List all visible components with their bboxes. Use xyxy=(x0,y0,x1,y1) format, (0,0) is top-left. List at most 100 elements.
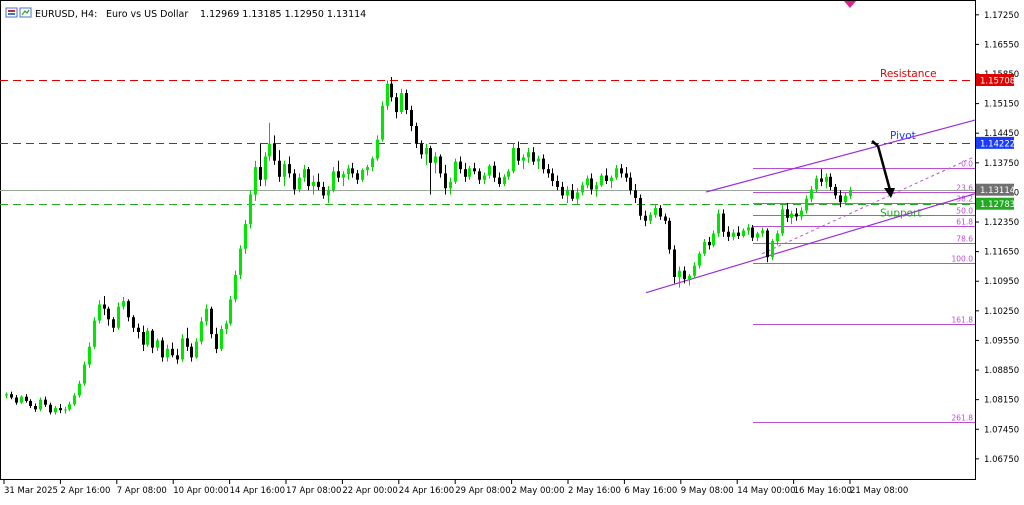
candle-body xyxy=(615,168,618,178)
candle-body xyxy=(181,338,184,360)
candle-body xyxy=(590,178,593,190)
candle xyxy=(234,270,237,303)
x-tick-label: 21 May 08:00 xyxy=(850,486,908,496)
candle-body xyxy=(332,171,335,191)
candle-body xyxy=(751,227,754,238)
candle-body xyxy=(698,253,701,266)
fib-level-label: 161.8 xyxy=(952,316,974,325)
candle-body xyxy=(439,156,442,174)
support-price-tag: 1.12783 xyxy=(976,197,1015,210)
y-tick-label: 1.08150 xyxy=(984,396,1019,406)
candle-body xyxy=(483,175,486,180)
candle-body xyxy=(429,148,432,163)
candle-body xyxy=(668,220,671,250)
candle-body xyxy=(659,208,662,217)
candle xyxy=(386,80,389,110)
candle-body xyxy=(571,190,574,199)
y-tick-label: 1.10250 xyxy=(984,307,1019,317)
y-tick-label: 1.09550 xyxy=(984,336,1019,346)
candle-body xyxy=(225,323,228,330)
candle-body xyxy=(29,400,32,406)
candle-body xyxy=(176,355,179,360)
candle-body xyxy=(229,299,232,324)
level-label-resistance: Resistance xyxy=(880,68,937,80)
candle-body xyxy=(107,308,110,320)
header-symbol: EURUSD, H4: xyxy=(35,9,97,20)
price-chart[interactable]: EURUSD, H4: Euro vs US Dollar 1.12969 1.… xyxy=(0,0,1024,501)
x-tick-label: 14 May 00:00 xyxy=(737,486,795,496)
candle-body xyxy=(137,327,140,332)
candle-body xyxy=(400,93,403,113)
candle-body xyxy=(649,214,652,221)
candle-body xyxy=(790,213,793,218)
y-tick-label: 1.10950 xyxy=(984,277,1019,287)
candle-body xyxy=(278,160,281,177)
candle-body xyxy=(186,338,189,347)
candle-body xyxy=(737,232,740,236)
candle-body xyxy=(693,265,696,276)
candle-body xyxy=(834,186,837,196)
fib-level-label: 0.0 xyxy=(961,160,973,169)
candle-body xyxy=(542,158,545,170)
candle-body xyxy=(88,346,91,365)
candle-body xyxy=(117,306,120,328)
x-tick-label: 17 Apr 08:00 xyxy=(286,486,341,496)
candle-body xyxy=(761,230,764,234)
candle-body xyxy=(581,185,584,193)
candle-body xyxy=(166,348,169,358)
x-tick-label: 29 Apr 08:00 xyxy=(455,486,510,496)
y-tick-label: 1.06750 xyxy=(984,455,1019,465)
candle-body xyxy=(151,330,154,348)
candle-body xyxy=(5,394,8,396)
candle-body xyxy=(756,233,759,238)
candle-body xyxy=(342,174,345,178)
candle-body xyxy=(351,168,354,174)
candle-body xyxy=(717,213,720,234)
x-tick-label: 16 May 16:00 xyxy=(794,486,852,496)
candle-body xyxy=(327,190,330,196)
fib-level-label: 261.8 xyxy=(952,414,974,423)
x-tick-label: 14 Apr 16:00 xyxy=(230,486,285,496)
y-tick-label: 1.13750 xyxy=(984,159,1019,169)
candle-body xyxy=(68,404,71,410)
candle-body xyxy=(98,304,101,321)
candle-body xyxy=(64,409,67,411)
resistance-price-tag: 1.15708 xyxy=(976,74,1015,87)
price-tag-label: 1.14222 xyxy=(980,139,1015,149)
candle-body xyxy=(820,178,823,182)
candle xyxy=(668,217,671,254)
candle-body xyxy=(703,241,706,254)
candle-body xyxy=(132,317,135,328)
candle-body xyxy=(561,186,564,196)
x-tick-label: 2 Apr 16:00 xyxy=(60,486,110,496)
candle-body xyxy=(708,241,711,246)
candle-body xyxy=(215,334,218,349)
candle xyxy=(83,361,86,386)
candle-body xyxy=(171,348,174,356)
candle-body xyxy=(586,178,589,186)
candle-body xyxy=(747,227,750,231)
candle xyxy=(381,101,384,142)
candle-body xyxy=(307,169,310,187)
chart-border xyxy=(0,0,976,480)
price-tag-label: 1.15708 xyxy=(980,77,1015,87)
candle xyxy=(771,238,774,261)
candle-body xyxy=(200,321,203,342)
candle-body xyxy=(239,248,242,275)
candle-body xyxy=(654,208,657,215)
candle-body xyxy=(556,181,559,187)
candle-body xyxy=(503,176,506,184)
candle-body xyxy=(283,164,286,177)
candle-body xyxy=(781,209,784,234)
candle-body xyxy=(468,168,471,177)
candle-body xyxy=(537,158,540,162)
candle-body xyxy=(434,156,437,163)
candle-body xyxy=(786,209,789,218)
chart-window[interactable]: EURUSD, H4: Euro vs US Dollar 1.12969 1.… xyxy=(0,0,1024,501)
candle-body xyxy=(15,397,18,403)
x-tick-label: 10 Apr 00:00 xyxy=(173,486,228,496)
candle-body xyxy=(34,405,37,410)
price-tag-label: 1.13114 xyxy=(980,186,1015,196)
candle-body xyxy=(522,157,525,161)
candle-body xyxy=(366,167,369,171)
